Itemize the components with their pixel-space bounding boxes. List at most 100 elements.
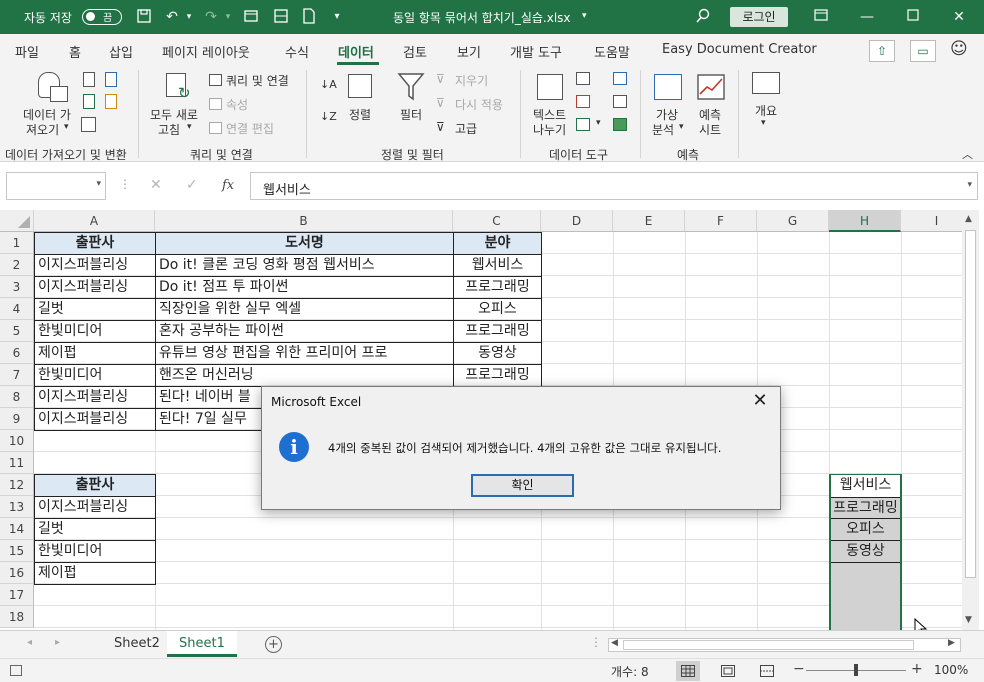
sort-label[interactable]: 정렬 <box>349 106 371 123</box>
close-window-icon[interactable]: ✕ <box>944 6 974 28</box>
tab-view[interactable]: 보기 <box>457 42 481 61</box>
tab-developer[interactable]: 개발 도구 <box>510 42 562 61</box>
text-to-columns-icon[interactable] <box>537 74 563 100</box>
consolidate-icon[interactable] <box>613 72 627 85</box>
row-header[interactable]: 15 <box>0 540 34 562</box>
horizontal-scrollbar[interactable]: ◀ ▶ <box>608 638 961 652</box>
table1-cell[interactable]: 직장인을 위한 실무 엑셀 <box>155 298 454 321</box>
scroll-right-icon[interactable]: ▶ <box>948 638 955 648</box>
feedback-smile-icon[interactable]: ☺ <box>950 39 968 59</box>
row-header[interactable]: 10 <box>0 430 34 452</box>
chevron-down-icon[interactable]: ▾ <box>679 122 684 132</box>
tab-data[interactable]: 데이터 <box>338 42 374 61</box>
normal-view-icon[interactable] <box>676 661 700 681</box>
table1-cell[interactable]: Do it! 점프 투 파이썬 <box>155 276 454 299</box>
redo-icon[interactable]: ↷ <box>202 8 220 26</box>
row-header[interactable]: 17 <box>0 584 34 606</box>
table1-cell[interactable]: 이지스퍼블리싱 <box>34 254 156 277</box>
name-box[interactable]: ▾ <box>6 172 106 200</box>
tab-formulas[interactable]: 수식 <box>285 42 309 61</box>
sheet-tab-sheet1[interactable]: Sheet1 <box>167 631 237 657</box>
tab-review[interactable]: 검토 <box>403 42 427 61</box>
expand-formula-icon[interactable]: ▾ <box>967 180 972 190</box>
tab-page-layout[interactable]: 페이지 레이아웃 <box>162 42 250 61</box>
chevron-down-icon[interactable]: ▾ <box>187 122 192 132</box>
h-cell[interactable]: 오피스 <box>831 519 900 541</box>
row-header[interactable]: 3 <box>0 276 34 298</box>
vertical-scrollbar[interactable]: ▲ ▼ <box>962 210 979 630</box>
refresh-all-label-2[interactable]: 고침 <box>158 121 180 138</box>
row-header[interactable]: 6 <box>0 342 34 364</box>
table1-cell[interactable]: 제이펍 <box>34 342 156 365</box>
sort-descending-icon[interactable]: ↓Z <box>320 110 337 123</box>
table1-cell[interactable]: 핸즈온 머신러닝 <box>155 364 454 387</box>
table1-cell[interactable]: 프로그래밍 <box>453 364 542 387</box>
table1-cell[interactable]: 길벗 <box>34 298 156 321</box>
sort-icon[interactable] <box>348 74 372 98</box>
scroll-down-icon[interactable]: ▼ <box>965 615 972 625</box>
advanced-label[interactable]: 고급 <box>455 120 477 137</box>
table1-cell[interactable]: 혼자 공부하는 파이썬 <box>155 320 454 343</box>
table1-cell[interactable]: 프로그래밍 <box>453 276 542 299</box>
new-file-icon[interactable] <box>300 8 318 26</box>
insert-function-icon[interactable]: fx <box>222 178 234 193</box>
row-header[interactable]: 9 <box>0 408 34 430</box>
forecast-sheet-icon[interactable] <box>697 74 725 100</box>
h-cell[interactable]: 프로그래밍 <box>831 497 900 519</box>
from-web-icon[interactable] <box>105 72 117 87</box>
row-header[interactable]: 1 <box>0 232 34 254</box>
confirm-entry-icon[interactable]: ✓ <box>186 177 198 193</box>
save-icon[interactable] <box>135 8 153 26</box>
minimize-icon[interactable]: — <box>852 6 882 28</box>
zoom-in-icon[interactable]: + <box>911 661 923 677</box>
from-table-icon[interactable] <box>83 94 95 109</box>
table1-cell[interactable]: 유튜브 영상 편집을 위한 프리미어 프로 <box>155 342 454 365</box>
tab-insert[interactable]: 삽입 <box>109 42 133 61</box>
sheet-tab-sheet2[interactable]: Sheet2 <box>102 631 172 657</box>
recent-sources-icon[interactable] <box>105 94 117 109</box>
filter-icon[interactable] <box>397 72 425 102</box>
column-header-h[interactable]: H <box>829 210 901 232</box>
search-icon[interactable] <box>694 8 712 26</box>
flash-fill-icon[interactable] <box>576 72 590 85</box>
table1-cell[interactable]: 한빛미디어 <box>34 364 156 387</box>
get-data-label-2[interactable]: 져오기 <box>26 121 59 138</box>
page-layout-view-icon[interactable] <box>721 665 735 677</box>
tab-home[interactable]: 홈 <box>69 42 81 61</box>
prev-sheet-icon[interactable]: ◂ <box>27 637 32 648</box>
row-header[interactable]: 11 <box>0 452 34 474</box>
table1-cell[interactable]: 오피스 <box>453 298 542 321</box>
row-header[interactable]: 16 <box>0 562 34 584</box>
advanced-filter-icon[interactable]: ⊽ <box>436 120 445 134</box>
row-header[interactable]: 5 <box>0 320 34 342</box>
forecast-sheet-label-2[interactable]: 시트 <box>699 121 721 138</box>
collapse-ribbon-icon[interactable]: ︿ <box>962 146 973 162</box>
table1-header-title[interactable]: 도서명 <box>155 232 454 255</box>
zoom-out-icon[interactable]: − <box>793 661 805 677</box>
tab-easy-document-creator[interactable]: Easy Document Creator <box>662 42 817 57</box>
chevron-down-icon[interactable]: ▾ <box>96 179 101 189</box>
table1-header-publisher[interactable]: 출판사 <box>34 232 156 255</box>
column-header-b[interactable]: B <box>155 210 453 232</box>
queries-connections-label[interactable]: 쿼리 및 연결 <box>226 72 289 89</box>
existing-connections-icon[interactable] <box>81 117 96 132</box>
comments-icon[interactable]: ▭ <box>910 40 936 62</box>
column-header-c[interactable]: C <box>453 210 541 232</box>
table1-cell[interactable]: 프로그래밍 <box>453 320 542 343</box>
table1-cell[interactable]: 웹서비스 <box>453 254 542 277</box>
cancel-entry-icon[interactable]: ✕ <box>150 177 162 193</box>
table2-cell[interactable]: 길벗 <box>34 518 156 541</box>
row-header[interactable]: 4 <box>0 298 34 320</box>
table2-cell[interactable]: 제이펍 <box>34 562 156 585</box>
zoom-slider-thumb[interactable] <box>854 664 858 676</box>
formula-input[interactable]: 웹서비스 ▾ <box>250 172 978 200</box>
text-to-columns-label-2[interactable]: 나누기 <box>533 121 566 138</box>
remove-duplicates-icon[interactable] <box>576 95 590 108</box>
table2-cell[interactable]: 이지스퍼블리싱 <box>34 496 156 519</box>
table1-cell[interactable]: Do it! 클론 코딩 영화 평점 웹서비스 <box>155 254 454 277</box>
table1-cell[interactable]: 한빛미디어 <box>34 320 156 343</box>
table1-header-category[interactable]: 분야 <box>453 232 542 255</box>
relationships-icon[interactable] <box>613 95 627 108</box>
tab-help[interactable]: 도움말 <box>594 42 630 61</box>
outline-label[interactable]: 개요 <box>755 102 777 119</box>
